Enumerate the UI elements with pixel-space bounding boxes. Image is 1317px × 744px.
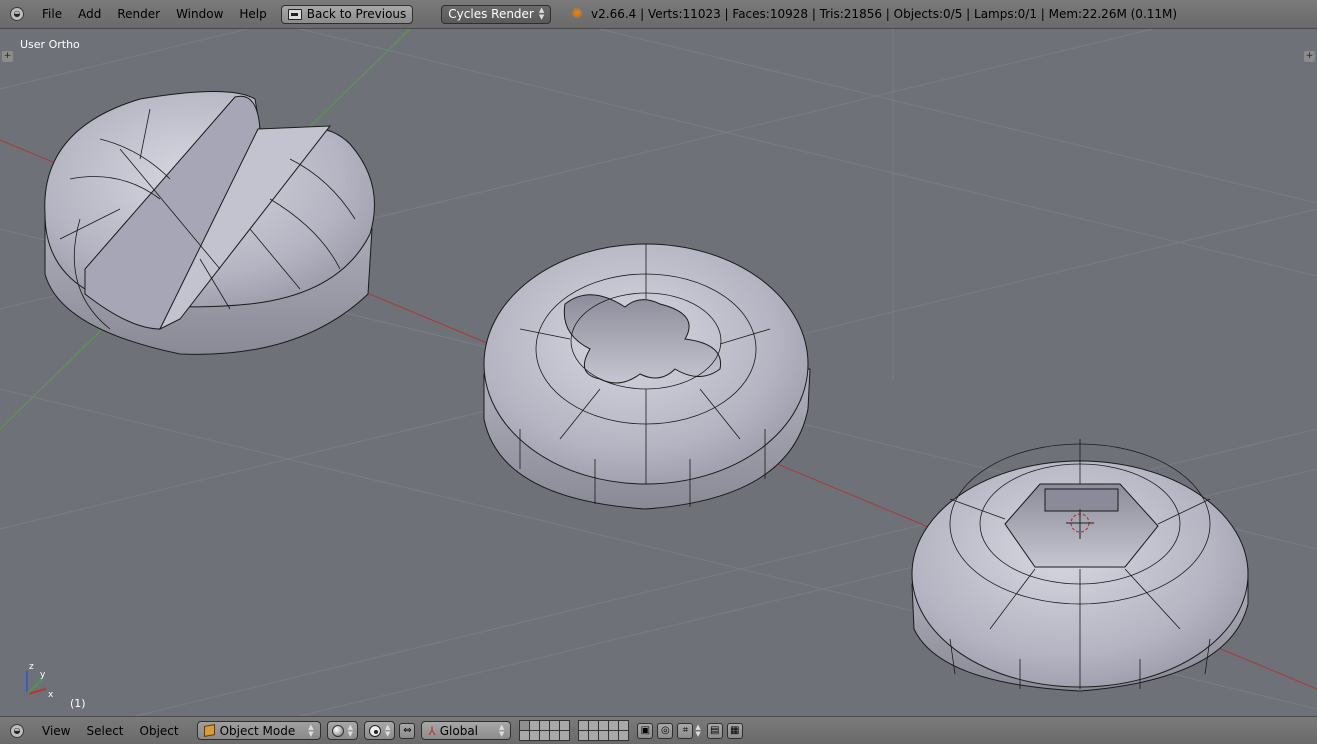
menu-view[interactable]: View bbox=[34, 724, 78, 738]
scene-stats: v2.66.4 | Verts:11023 | Faces:10928 | Tr… bbox=[591, 7, 1178, 21]
updown-arrows-icon: ▲ ▼ bbox=[347, 722, 353, 738]
menu-help[interactable]: Help bbox=[231, 7, 274, 21]
blender-logo-icon: ✺ bbox=[571, 6, 584, 22]
updown-arrows-icon: ▲ ▼ bbox=[538, 6, 545, 21]
scene-layers-left[interactable] bbox=[519, 720, 571, 741]
opengl-render-animation-icon[interactable]: ▦ bbox=[726, 722, 743, 739]
frame-number-label: (1) bbox=[70, 697, 86, 710]
solid-shading-icon bbox=[331, 724, 344, 737]
updown-arrows-icon: ▲ ▼ bbox=[385, 722, 391, 738]
properties-toggle-icon[interactable]: + bbox=[1304, 51, 1315, 62]
updown-arrows-icon: ▲ ▼ bbox=[499, 722, 505, 738]
info-header: ◒ File Add Render Window Help Back to Pr… bbox=[0, 0, 1317, 29]
viewport-canvas: z y x bbox=[0, 29, 1317, 716]
menu-file[interactable]: File bbox=[34, 7, 70, 21]
menu-window[interactable]: Window bbox=[168, 7, 231, 21]
screen-icon bbox=[287, 8, 302, 20]
snap-toggle-icon[interactable]: ⌗ bbox=[677, 722, 694, 739]
proportional-editing-icon[interactable]: ◎ bbox=[657, 722, 674, 739]
transform-orientation-select[interactable]: ⅄ Global ▲ ▼ bbox=[421, 721, 512, 740]
pivot-point-icon bbox=[369, 724, 381, 737]
slotted-screw-head-mesh bbox=[44, 91, 375, 355]
menu-object[interactable]: Object bbox=[132, 724, 187, 738]
editor-type-icon-bottom[interactable]: ◒ bbox=[10, 723, 24, 738]
toolshelf-toggle-icon[interactable]: + bbox=[2, 51, 13, 62]
back-to-previous-label: Back to Previous bbox=[306, 7, 407, 21]
phillips-screw-head-mesh bbox=[483, 243, 811, 510]
orientation-axes-icon: ⅄ bbox=[428, 723, 436, 738]
3d-viewport[interactable]: z y x User Ortho (1) + + bbox=[0, 29, 1317, 716]
render-engine-select[interactable]: Cycles Render ▲ ▼ bbox=[441, 4, 552, 24]
gizmo-y-label: y bbox=[40, 670, 46, 680]
transform-orientation-value: Global bbox=[439, 723, 479, 738]
3d-view-header: ◒ View Select Object Object Mode ▲ ▼ ▲ ▼ ▲… bbox=[0, 716, 1317, 744]
gizmo-x-label: x bbox=[48, 690, 54, 700]
menu-add[interactable]: Add bbox=[70, 7, 109, 21]
object-mode-icon bbox=[203, 724, 215, 737]
view-name-label: User Ortho bbox=[20, 38, 80, 51]
menu-render[interactable]: Render bbox=[109, 7, 168, 21]
updown-arrows-icon: ▲ ▼ bbox=[695, 722, 701, 738]
updown-arrows-icon: ▲ ▼ bbox=[308, 722, 314, 738]
interaction-mode-select[interactable]: Object Mode ▲ ▼ bbox=[196, 721, 321, 740]
menu-select[interactable]: Select bbox=[78, 724, 131, 738]
interaction-mode-value: Object Mode bbox=[219, 723, 296, 738]
opengl-render-image-icon[interactable]: ▤ bbox=[706, 722, 723, 739]
axis-gizmo-icon: z y x bbox=[26, 662, 54, 700]
viewport-shading-select[interactable]: ▲ ▼ bbox=[326, 721, 358, 740]
manipulator-toggle-icon[interactable]: ⇔ bbox=[399, 722, 416, 739]
hex-socket-screw-head-mesh bbox=[911, 439, 1249, 692]
scene-layers-right[interactable] bbox=[578, 720, 630, 741]
render-engine-value: Cycles Render bbox=[448, 7, 534, 21]
lock-camera-layers-icon[interactable]: ▣ bbox=[637, 722, 654, 739]
back-to-previous-button[interactable]: Back to Previous bbox=[280, 4, 414, 24]
pivot-point-select[interactable]: ▲ ▼ bbox=[364, 721, 396, 740]
gizmo-z-label: z bbox=[29, 662, 34, 672]
editor-type-icon[interactable]: ◒ bbox=[10, 7, 24, 21]
